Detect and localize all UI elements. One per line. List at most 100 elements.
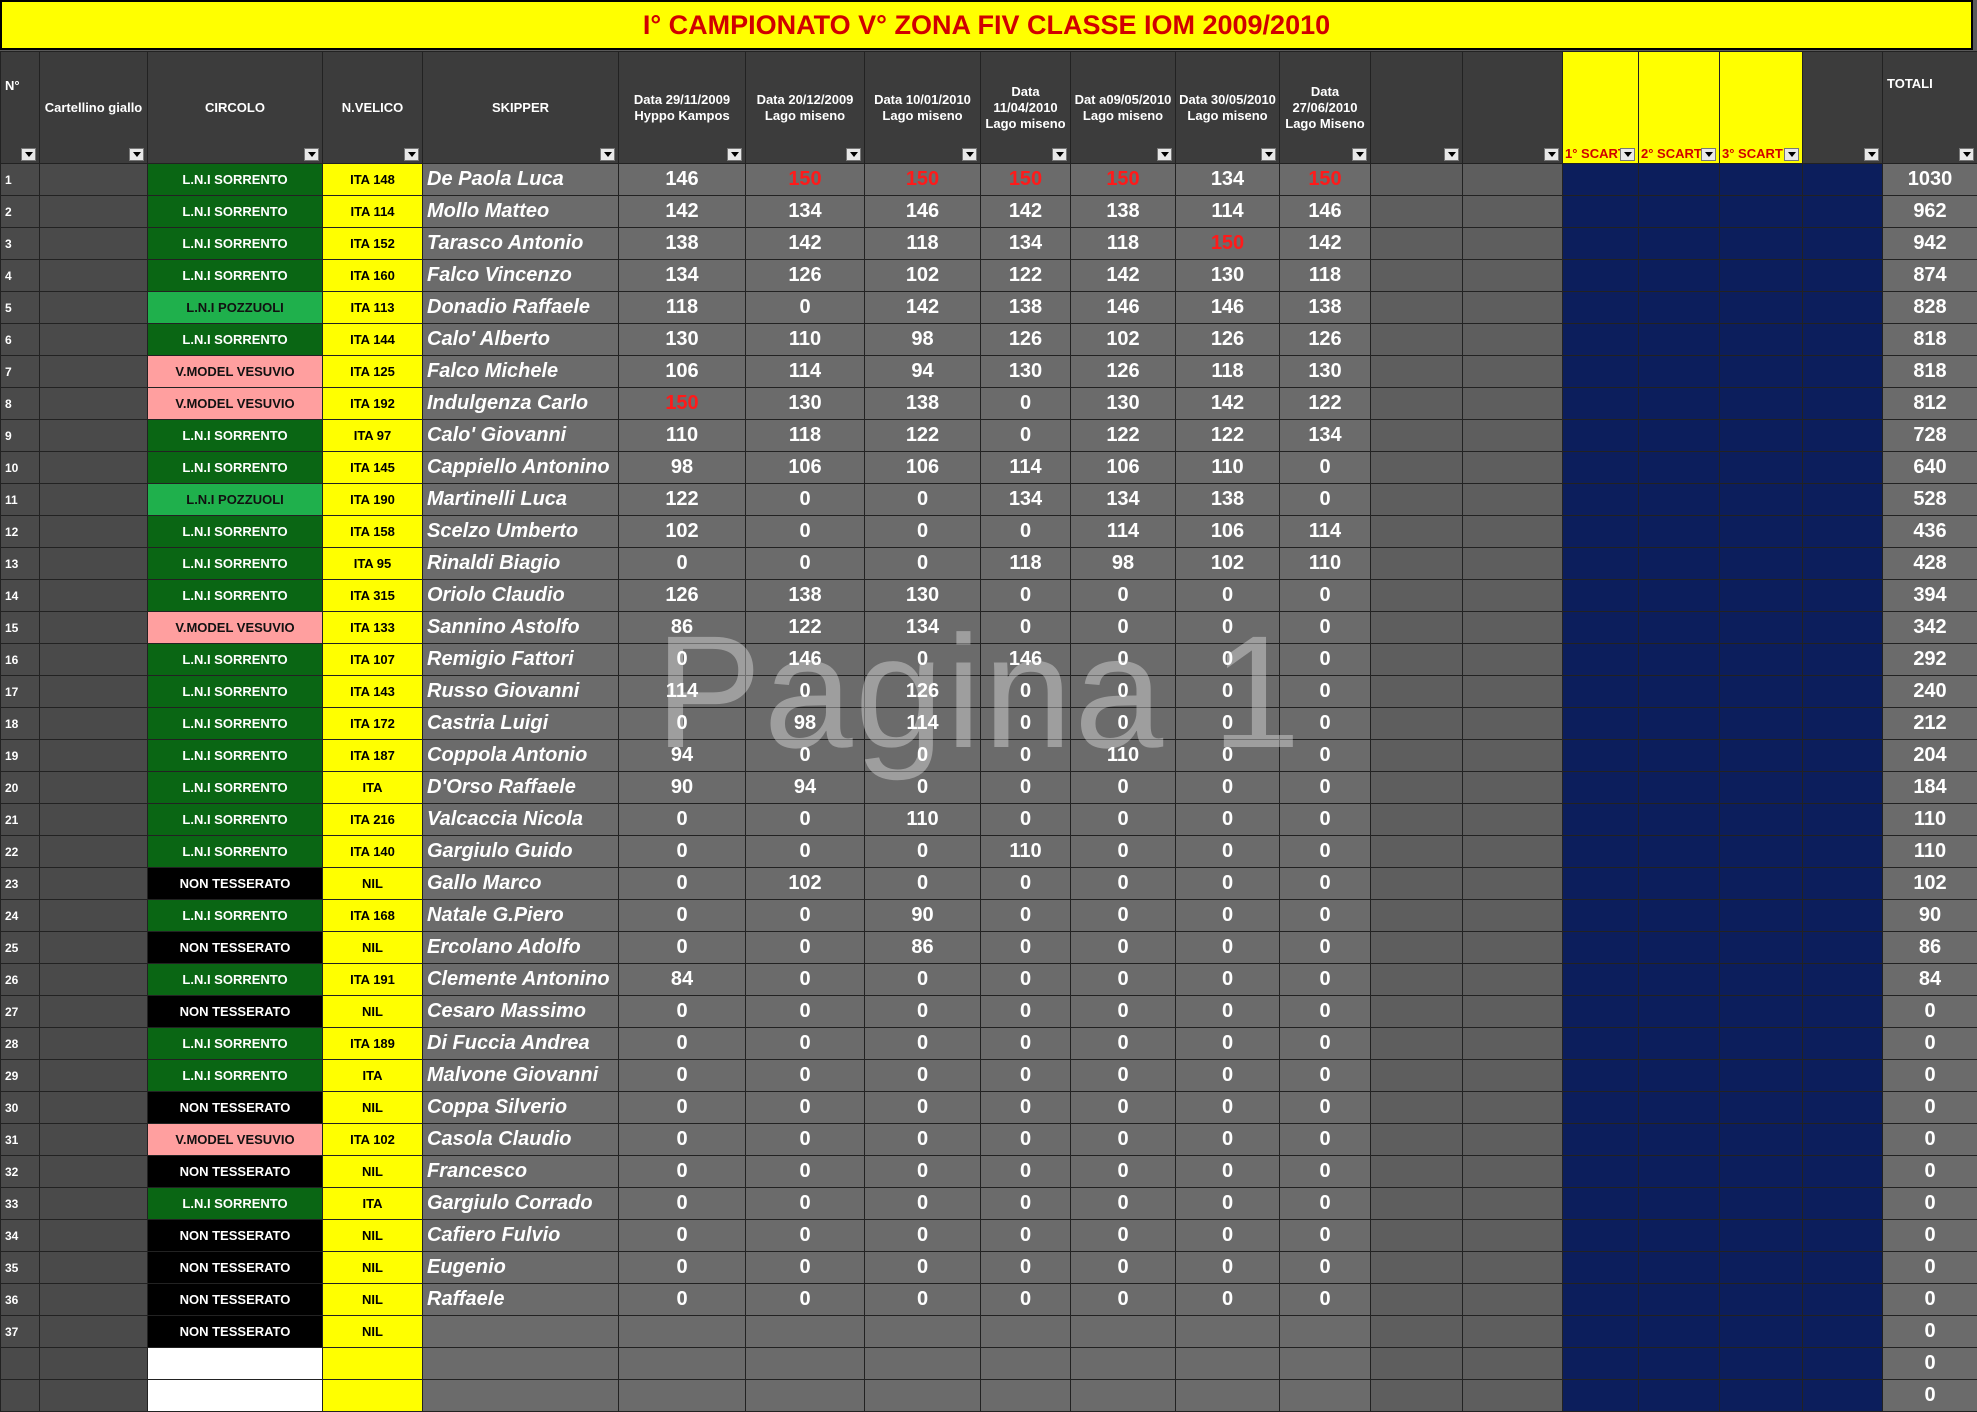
cell-race-score[interactable]: 0	[746, 1124, 865, 1156]
cell-race-score[interactable]: 126	[1176, 324, 1280, 356]
cell-race-score[interactable]: 0	[746, 740, 865, 772]
cell-empty[interactable]	[1371, 1188, 1463, 1220]
cell-empty[interactable]	[1463, 324, 1563, 356]
cell-race-score[interactable]: 142	[1071, 260, 1176, 292]
cell-skipper[interactable]: Oriolo Claudio	[423, 580, 619, 612]
cell-scarto[interactable]	[1639, 196, 1720, 228]
cell-scarto[interactable]	[1639, 836, 1720, 868]
cell-totale[interactable]: 818	[1883, 356, 1977, 388]
cell-scarto[interactable]	[1720, 324, 1803, 356]
cell-race-score[interactable]: 0	[746, 292, 865, 324]
cell-empty-blue[interactable]	[1803, 996, 1883, 1028]
cell-race-score[interactable]: 150	[746, 164, 865, 196]
cell-circolo[interactable]: V.MODEL VESUVIO	[148, 356, 323, 388]
cell-empty-blue[interactable]	[1803, 1220, 1883, 1252]
cell-race-score[interactable]: 98	[865, 324, 981, 356]
cell-cartellino[interactable]	[40, 868, 148, 900]
cell-skipper[interactable]: Scelzo Umberto	[423, 516, 619, 548]
cell-race-score[interactable]: 0	[1176, 1156, 1280, 1188]
cell-scarto[interactable]	[1563, 196, 1639, 228]
cell-race-score[interactable]: 126	[746, 260, 865, 292]
cell-empty[interactable]	[1463, 836, 1563, 868]
cell-race-score[interactable]: 0	[1071, 964, 1176, 996]
cell-race-score[interactable]	[1071, 1348, 1176, 1380]
cell-race-score[interactable]: 98	[619, 452, 746, 484]
cell-empty-blue[interactable]	[1803, 420, 1883, 452]
cell-skipper[interactable]: Coppa Silverio	[423, 1092, 619, 1124]
cell-empty[interactable]	[1463, 1028, 1563, 1060]
cell-totale[interactable]: 1030	[1883, 164, 1977, 196]
cell-number[interactable]: 11	[1, 484, 40, 516]
cell-empty[interactable]	[1463, 388, 1563, 420]
cell-totale[interactable]: 428	[1883, 548, 1977, 580]
cell-empty[interactable]	[1371, 1380, 1463, 1412]
cell-number[interactable]: 8	[1, 388, 40, 420]
cell-race-score[interactable]: 134	[1176, 164, 1280, 196]
cell-circolo[interactable]: NON TESSERATO	[148, 1284, 323, 1316]
cell-race-score[interactable]: 0	[981, 964, 1071, 996]
cell-circolo[interactable]: L.N.I SORRENTO	[148, 772, 323, 804]
cell-race-score[interactable]: 0	[746, 484, 865, 516]
cell-totale[interactable]: 0	[1883, 996, 1977, 1028]
cell-race-score[interactable]: 0	[619, 1060, 746, 1092]
filter-dropdown-icon[interactable]	[1864, 148, 1879, 161]
cell-race-score[interactable]: 0	[865, 1092, 981, 1124]
cell-number[interactable]: 21	[1, 804, 40, 836]
cell-totale[interactable]: 874	[1883, 260, 1977, 292]
cell-race-score[interactable]: 0	[1280, 740, 1371, 772]
cell-race-score[interactable]	[746, 1380, 865, 1412]
cell-empty[interactable]	[1463, 1316, 1563, 1348]
cell-race-score[interactable]: 106	[1071, 452, 1176, 484]
cell-number[interactable]: 34	[1, 1220, 40, 1252]
cell-empty[interactable]	[1371, 516, 1463, 548]
cell-scarto[interactable]	[1639, 900, 1720, 932]
cell-scarto[interactable]	[1639, 772, 1720, 804]
cell-race-score[interactable]: 142	[746, 228, 865, 260]
cell-race-score[interactable]: 0	[981, 1028, 1071, 1060]
cell-scarto[interactable]	[1563, 1380, 1639, 1412]
cell-race-score[interactable]: 0	[1280, 836, 1371, 868]
cell-scarto[interactable]	[1563, 580, 1639, 612]
cell-cartellino[interactable]	[40, 420, 148, 452]
cell-cartellino[interactable]	[40, 1220, 148, 1252]
cell-empty-blue[interactable]	[1803, 1252, 1883, 1284]
cell-empty[interactable]	[1371, 1156, 1463, 1188]
cell-race-score[interactable]: 0	[865, 1060, 981, 1092]
cell-race-score[interactable]: 0	[865, 772, 981, 804]
cell-cartellino[interactable]	[40, 1060, 148, 1092]
cell-empty-blue[interactable]	[1803, 772, 1883, 804]
cell-race-score[interactable]	[981, 1316, 1071, 1348]
cell-velico[interactable]: ITA 144	[323, 324, 423, 356]
cell-skipper[interactable]: Eugenio	[423, 1252, 619, 1284]
cell-race-score[interactable]: 150	[619, 388, 746, 420]
cell-race-score[interactable]: 0	[746, 1028, 865, 1060]
cell-race-score[interactable]: 0	[865, 1284, 981, 1316]
cell-number[interactable]: 1	[1, 164, 40, 196]
cell-race-score[interactable]: 0	[1176, 1092, 1280, 1124]
cell-empty[interactable]	[1463, 164, 1563, 196]
cell-number[interactable]: 24	[1, 900, 40, 932]
cell-race-score[interactable]: 0	[619, 868, 746, 900]
cell-circolo[interactable]: NON TESSERATO	[148, 1252, 323, 1284]
cell-velico[interactable]: ITA 189	[323, 1028, 423, 1060]
cell-circolo[interactable]: NON TESSERATO	[148, 1092, 323, 1124]
cell-empty-blue[interactable]	[1803, 676, 1883, 708]
cell-velico[interactable]: ITA 95	[323, 548, 423, 580]
cell-cartellino[interactable]	[40, 1092, 148, 1124]
cell-race-score[interactable]: 0	[1071, 868, 1176, 900]
cell-empty-blue[interactable]	[1803, 1188, 1883, 1220]
cell-cartellino[interactable]	[40, 452, 148, 484]
cell-race-score[interactable]	[1176, 1316, 1280, 1348]
col-header-empty-1[interactable]	[1371, 52, 1463, 164]
cell-velico[interactable]: NIL	[323, 1284, 423, 1316]
cell-empty[interactable]	[1463, 996, 1563, 1028]
cell-race-score[interactable]: 0	[1071, 708, 1176, 740]
cell-race-score[interactable]: 126	[981, 324, 1071, 356]
cell-race-score[interactable]: 146	[1071, 292, 1176, 324]
filter-dropdown-icon[interactable]	[1784, 148, 1799, 161]
cell-scarto[interactable]	[1720, 740, 1803, 772]
cell-scarto[interactable]	[1720, 1156, 1803, 1188]
cell-race-score[interactable]: 0	[1071, 900, 1176, 932]
cell-velico[interactable]: ITA 148	[323, 164, 423, 196]
cell-race-score[interactable]: 142	[981, 196, 1071, 228]
